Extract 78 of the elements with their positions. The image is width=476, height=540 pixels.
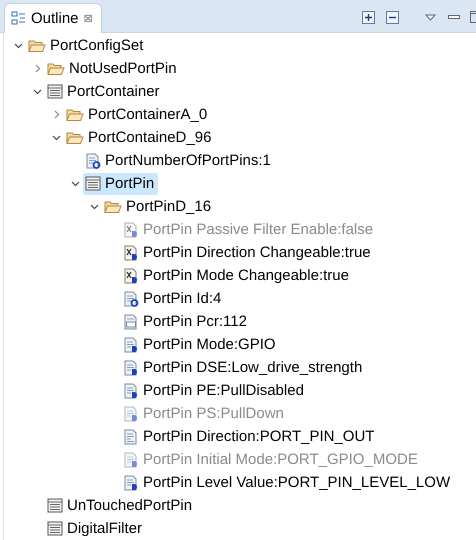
tree-item[interactable]: UnTouchedPortPin (45, 494, 196, 516)
outline-tab[interactable]: Outline ⊠ (4, 3, 102, 33)
chevron-right-icon[interactable] (52, 110, 60, 119)
tree-item-label: PortPin Direction Changeable:true (143, 244, 371, 261)
tree-item[interactable]: PortPin Pcr:112 (121, 310, 251, 332)
document-icon (123, 428, 139, 444)
tree-item[interactable]: PortPin Id:4 (121, 288, 226, 310)
boolean-value-icon (123, 268, 139, 284)
minimize-icon[interactable] (448, 14, 460, 20)
chevron-down-icon[interactable] (90, 202, 98, 211)
tree-item-label: PortPin Passive Filter Enable:false (143, 221, 374, 238)
enum-value-icon (123, 382, 139, 398)
tree-item[interactable]: PortPin Mode:GPIO (121, 334, 280, 356)
integer-value-icon (123, 314, 139, 330)
table-icon (47, 498, 63, 513)
tree-item[interactable]: PortConfigSet (26, 34, 148, 56)
close-button[interactable]: ⊠ (84, 12, 93, 25)
tree-item-label: PortContaineD_96 (88, 129, 212, 146)
tree-item-label: PortConfigSet (50, 37, 144, 54)
tree-item-label: PortPin Initial Mode:PORT_GPIO_MODE (143, 451, 418, 468)
boolean-value-icon (123, 244, 139, 260)
table-icon (47, 521, 63, 536)
tree-item[interactable]: PortPinD_16 (102, 196, 216, 218)
tree-item-label: PortPin Direction:PORT_PIN_OUT (143, 428, 374, 445)
tree-item-label: PortNumberOfPortPins:1 (105, 152, 271, 169)
tree-item[interactable]: PortContainer (45, 80, 164, 102)
calculated-value-icon (123, 290, 139, 306)
tree-item[interactable]: DigitalFilter (45, 518, 146, 540)
chevron-right-icon[interactable] (32, 64, 42, 73)
tree-item-label: PortPin Id:4 (143, 290, 222, 307)
folder-icon (104, 200, 122, 214)
enum-value-icon (123, 360, 139, 376)
enum-value-icon (123, 474, 139, 490)
tab-title: Outline (31, 10, 79, 27)
chevron-down-icon[interactable] (52, 133, 60, 142)
maximize-button[interactable] (470, 9, 476, 25)
tree-item-label: NotUsedPortPin (69, 60, 177, 77)
folder-icon (66, 108, 84, 122)
triangle-down-icon[interactable] (424, 14, 436, 20)
tree-item[interactable]: PortPin Direction Changeable:true (121, 242, 375, 264)
tree-item-label: PortPin Mode:GPIO (143, 336, 276, 353)
enum-value-icon (123, 336, 139, 352)
table-icon (47, 84, 63, 99)
tree-item[interactable]: PortPin Level Value:PORT_PIN_LEVEL_LOW (121, 472, 454, 494)
tree-item[interactable]: PortPin PE:PullDisabled (121, 380, 308, 402)
outline-icon (11, 11, 26, 26)
tree-item-label: PortPin DSE:Low_drive_strength (143, 359, 362, 376)
chevron-down-icon[interactable] (14, 41, 22, 50)
tree-item-label: DigitalFilter (67, 520, 142, 537)
tree-item-label: PortPinD_16 (126, 198, 212, 215)
tree-item[interactable]: PortContainerA_0 (64, 104, 212, 126)
tree-item-label: PortContainerA_0 (88, 106, 208, 123)
folder-icon (66, 130, 84, 144)
enum-value-icon (123, 406, 139, 422)
tree-item-label: PortContainer (67, 83, 160, 100)
tree-item[interactable]: PortPin DSE:Low_drive_strength (121, 356, 366, 378)
tree-item-label: PortPin PE:PullDisabled (143, 382, 304, 399)
tree-item-label: PortPin Pcr:112 (143, 313, 247, 330)
tree-item-label: PortPin PS:PullDown (143, 405, 284, 422)
calculated-value-icon (85, 152, 101, 168)
boolean-value-icon (123, 222, 139, 238)
table-icon (85, 176, 101, 191)
tree-item[interactable]: PortPin Direction:PORT_PIN_OUT (121, 426, 378, 448)
folder-icon (28, 38, 46, 52)
enum-value-icon (123, 452, 139, 468)
chevron-down-icon[interactable] (70, 179, 80, 188)
tree-item[interactable]: PortPin Mode Changeable:true (121, 264, 353, 286)
tree-item[interactable]: PortContaineD_96 (64, 126, 216, 148)
tree-item-label: PortPin Mode Changeable:true (143, 267, 349, 284)
tree-item-label: PortPin (105, 175, 154, 192)
chevron-down-icon[interactable] (32, 87, 42, 96)
folder-icon (47, 62, 65, 76)
tree-item[interactable]: PortPin (83, 172, 158, 194)
maximize-icon[interactable] (470, 11, 476, 23)
tree-item[interactable]: PortNumberOfPortPins:1 (83, 150, 275, 172)
tree-item[interactable]: NotUsedPortPin (45, 58, 181, 80)
tree-item-label: UnTouchedPortPin (67, 497, 192, 514)
tree-item-label: PortPin Level Value:PORT_PIN_LEVEL_LOW (143, 474, 450, 491)
